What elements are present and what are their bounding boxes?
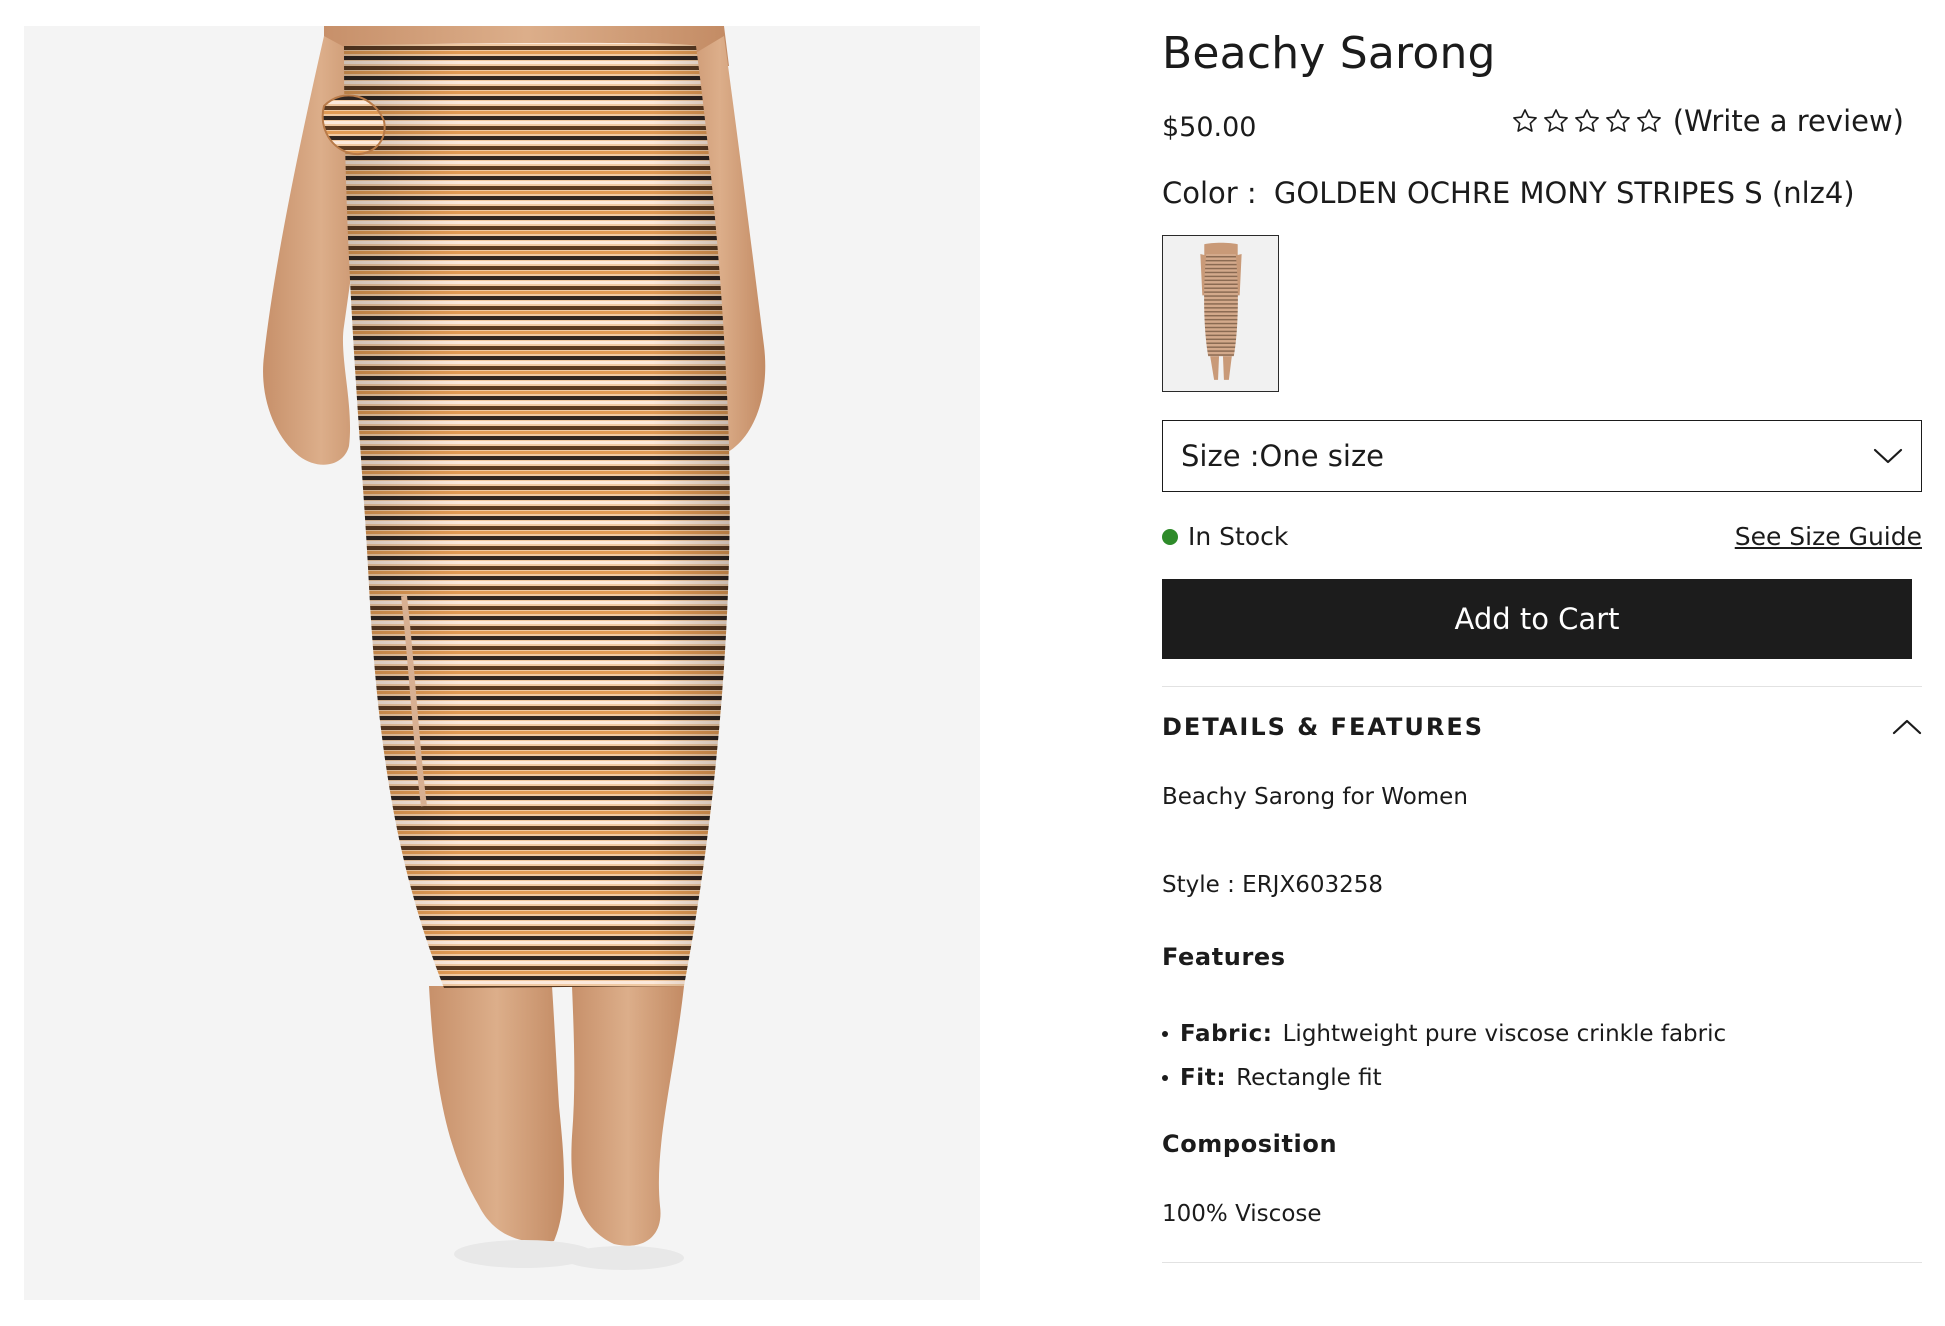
rating-stars[interactable]	[1511, 107, 1663, 135]
product-description: Beachy Sarong for Women	[1162, 784, 1468, 810]
stock-status: In Stock	[1162, 522, 1288, 551]
write-review-link[interactable]: (Write a review)	[1673, 104, 1904, 138]
composition-value: 100% Viscose	[1162, 1201, 1322, 1227]
list-item: Fit: Rectangle fit	[1162, 1056, 1726, 1100]
stock-indicator-dot	[1162, 528, 1178, 545]
size-value: One size	[1259, 439, 1385, 473]
color-selection: Color : GOLDEN OCHRE MONY STRIPES S (nlz…	[1162, 176, 1855, 210]
bullet-icon	[1162, 1031, 1168, 1037]
details-title: DETAILS & FEATURES	[1162, 713, 1485, 741]
size-label: Size :	[1181, 439, 1260, 473]
stock-text: In Stock	[1188, 522, 1289, 551]
divider	[1162, 686, 1922, 687]
size-display: Size :One size	[1181, 439, 1384, 473]
feature-value: Lightweight pure viscose crinkle fabric	[1282, 1021, 1727, 1047]
star-outline-icon[interactable]	[1635, 107, 1663, 135]
color-label: Color :	[1162, 176, 1257, 210]
style-code: Style : ERJX603258	[1162, 872, 1383, 898]
star-outline-icon[interactable]	[1511, 107, 1539, 135]
star-outline-icon[interactable]	[1542, 107, 1570, 135]
product-photo	[263, 26, 766, 1270]
features-heading: Features	[1162, 943, 1286, 971]
size-dropdown[interactable]: Size :One size	[1162, 420, 1922, 492]
features-list: Fabric: Lightweight pure viscose crinkle…	[1162, 1012, 1726, 1100]
feature-key: Fit:	[1180, 1065, 1227, 1091]
rating: (Write a review)	[1511, 104, 1904, 138]
style-value: ERJX603258	[1242, 872, 1384, 898]
bullet-icon	[1162, 1075, 1168, 1081]
chevron-down-icon	[1873, 448, 1903, 464]
color-value: GOLDEN OCHRE MONY STRIPES S (nlz4)	[1273, 176, 1855, 210]
color-swatch[interactable]	[1162, 235, 1279, 392]
details-accordion-header[interactable]: DETAILS & FEATURES	[1162, 713, 1922, 741]
divider	[1162, 1262, 1922, 1263]
product-title: Beachy Sarong	[1162, 28, 1496, 79]
style-label: Style :	[1162, 872, 1235, 898]
star-outline-icon[interactable]	[1573, 107, 1601, 135]
feature-value: Rectangle fit	[1236, 1065, 1382, 1091]
composition-heading: Composition	[1162, 1130, 1338, 1158]
list-item: Fabric: Lightweight pure viscose crinkle…	[1162, 1012, 1726, 1056]
add-to-cart-button[interactable]: Add to Cart	[1162, 579, 1912, 659]
feature-key: Fabric:	[1180, 1021, 1273, 1047]
star-outline-icon[interactable]	[1604, 107, 1632, 135]
product-image[interactable]	[24, 26, 980, 1300]
swatch-thumbnail	[1163, 236, 1278, 391]
size-guide-link[interactable]: See Size Guide	[1735, 522, 1922, 551]
product-price: $50.00	[1162, 112, 1257, 143]
chevron-up-icon	[1892, 719, 1922, 735]
